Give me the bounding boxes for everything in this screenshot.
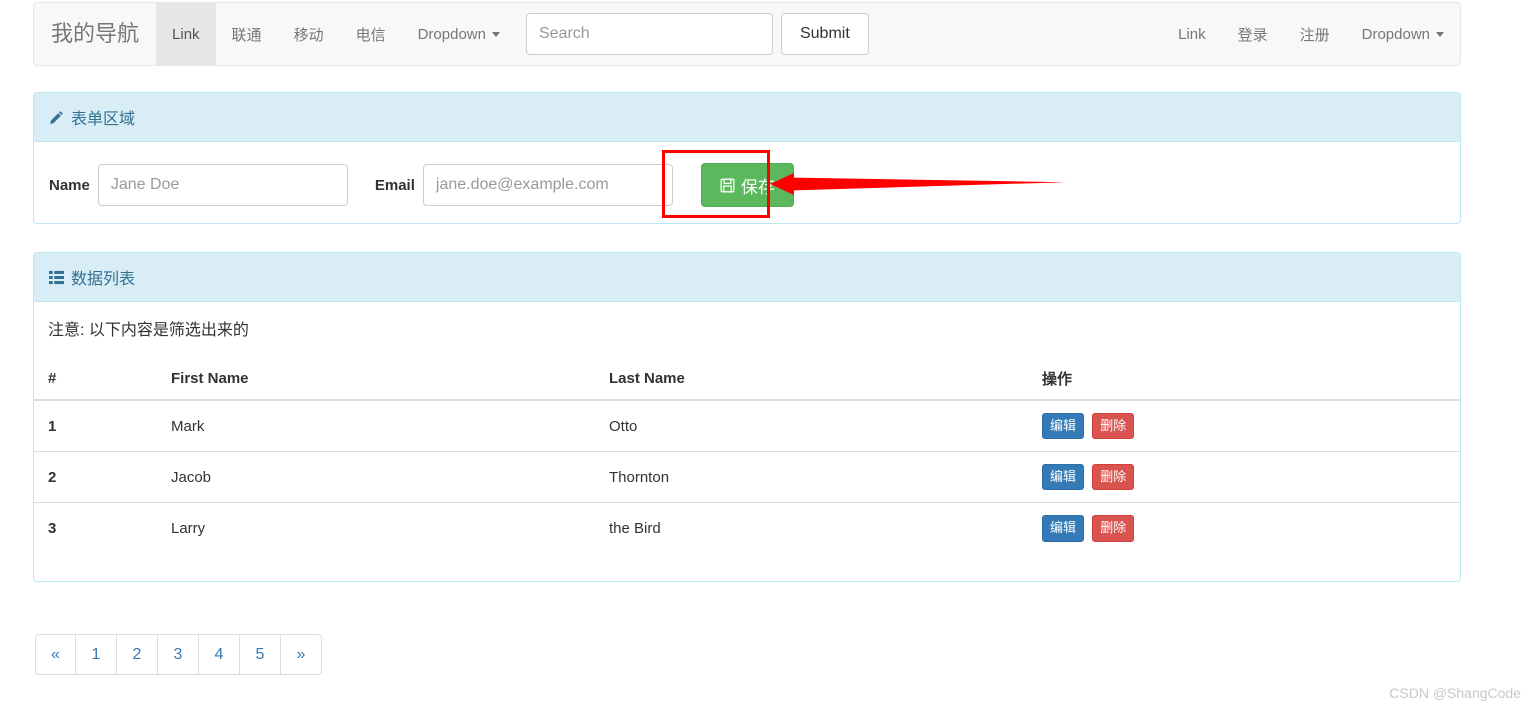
nav-item-label: Dropdown bbox=[1361, 25, 1430, 43]
data-panel-heading: 数据列表 bbox=[34, 253, 1460, 302]
navbar-right-nav: Link 登录 注册 Dropdown bbox=[1162, 3, 1460, 65]
cell-last-name: Thornton bbox=[609, 451, 1042, 503]
cell-index: 2 bbox=[34, 451, 171, 503]
search-input[interactable] bbox=[525, 13, 773, 55]
nav-item-dropdown-right[interactable]: Dropdown bbox=[1346, 3, 1460, 65]
pagination-item-2[interactable]: 2 bbox=[117, 634, 158, 675]
pagination-link[interactable]: 3 bbox=[158, 634, 199, 675]
pagination-item-1[interactable]: 1 bbox=[76, 634, 117, 675]
filter-note: 注意: 以下内容是筛选出来的 bbox=[48, 322, 249, 339]
table-row: 3 Larry the Bird 编辑 删除 bbox=[34, 502, 1460, 554]
delete-button[interactable]: 删除 bbox=[1092, 515, 1135, 542]
nav-item-label: 注册 bbox=[1299, 26, 1330, 44]
data-panel-body: 注意: 以下内容是筛选出来的 # First Name Last Name 操作… bbox=[34, 302, 1460, 554]
nav-item-label: 移动 bbox=[293, 26, 324, 44]
nav-item-link[interactable]: Link bbox=[156, 3, 216, 65]
cell-last-name: Otto bbox=[609, 417, 638, 435]
data-panel-title: 数据列表 bbox=[71, 271, 136, 288]
edit-button[interactable]: 编辑 bbox=[1042, 413, 1085, 440]
nav-item-link-right[interactable]: Link bbox=[1162, 3, 1222, 65]
main-navbar: 我的导航 Link 联通 移动 电信 Dropdown Submit Link … bbox=[33, 2, 1461, 66]
form-panel-heading: 表单区域 bbox=[34, 93, 1460, 142]
th-list-icon bbox=[49, 270, 64, 285]
nav-item-dropdown-left[interactable]: Dropdown bbox=[402, 3, 516, 65]
edit-button[interactable]: 编辑 bbox=[1042, 464, 1085, 491]
navbar-search-form: Submit bbox=[525, 3, 869, 65]
pagination-link[interactable]: 4 bbox=[199, 634, 240, 675]
data-table: # First Name Last Name 操作 1 Mark Otto 编辑… bbox=[34, 360, 1460, 554]
pagination-item-5[interactable]: 5 bbox=[240, 634, 281, 675]
nav-item-login[interactable]: 登录 bbox=[1222, 3, 1284, 65]
form-panel-body: Name Email 保存 bbox=[34, 142, 1460, 222]
pagination-link[interactable]: » bbox=[281, 634, 322, 675]
cell-actions: 编辑 删除 bbox=[1042, 451, 1460, 503]
pagination-link[interactable]: 2 bbox=[117, 634, 158, 675]
column-header-index: # bbox=[34, 360, 171, 401]
cell-index: 1 bbox=[48, 417, 57, 435]
form-panel: 表单区域 Name Email 保存 bbox=[33, 92, 1461, 224]
column-header-last-name: Last Name bbox=[609, 360, 1042, 401]
pagination-item-prev[interactable]: « bbox=[35, 634, 76, 675]
column-header-first-name: First Name bbox=[171, 360, 609, 401]
pagination-link[interactable]: « bbox=[35, 634, 76, 675]
nav-item-yidong[interactable]: 移动 bbox=[278, 3, 340, 65]
cell-actions: 编辑 删除 bbox=[1042, 400, 1460, 452]
column-header-actions: 操作 bbox=[1042, 360, 1460, 401]
inline-form: Name Email 保存 bbox=[49, 157, 1445, 207]
form-panel-title: 表单区域 bbox=[71, 111, 136, 128]
email-label: Email bbox=[374, 176, 415, 194]
table-row: 1 Mark Otto 编辑 删除 bbox=[34, 400, 1460, 452]
table-row: 2 Jacob Thornton 编辑 删除 bbox=[34, 451, 1460, 503]
nav-item-label: Link bbox=[1178, 25, 1206, 43]
submit-button[interactable]: Submit bbox=[780, 13, 869, 55]
name-label: Name bbox=[49, 176, 90, 194]
cell-first-name: Mark bbox=[171, 417, 205, 435]
cell-actions: 编辑 删除 bbox=[1042, 502, 1460, 554]
pagination-item-4[interactable]: 4 bbox=[199, 634, 240, 675]
nav-item-dianxin[interactable]: 电信 bbox=[340, 3, 402, 65]
nav-item-register[interactable]: 注册 bbox=[1284, 3, 1346, 65]
email-input[interactable] bbox=[422, 164, 673, 206]
pagination-link[interactable]: 5 bbox=[240, 634, 281, 675]
navbar-brand[interactable]: 我的导航 bbox=[34, 3, 156, 65]
pagination-link[interactable]: 1 bbox=[76, 634, 117, 675]
cell-index: 3 bbox=[34, 502, 171, 554]
watermark: CSDN @ShangCode bbox=[1389, 685, 1521, 701]
name-input[interactable] bbox=[97, 164, 348, 206]
nav-item-label: Link bbox=[172, 25, 200, 43]
pagination: « 1 2 3 4 5 » bbox=[35, 634, 322, 675]
delete-button[interactable]: 删除 bbox=[1092, 464, 1135, 491]
cell-last-name: the Bird bbox=[609, 502, 1042, 554]
chevron-down-icon bbox=[491, 31, 500, 37]
chevron-down-icon bbox=[1436, 31, 1444, 37]
nav-item-label: 登录 bbox=[1237, 26, 1268, 44]
save-button[interactable]: 保存 bbox=[700, 163, 794, 207]
pencil-icon bbox=[49, 110, 64, 125]
table-header-row: # First Name Last Name 操作 bbox=[34, 360, 1460, 401]
delete-button[interactable]: 删除 bbox=[1092, 413, 1135, 440]
nav-item-label: 联通 bbox=[231, 26, 262, 44]
table-head: # First Name Last Name 操作 bbox=[34, 360, 1460, 401]
save-button-label: 保存 bbox=[740, 177, 775, 197]
pagination-item-3[interactable]: 3 bbox=[158, 634, 199, 675]
nav-item-liantong[interactable]: 联通 bbox=[216, 3, 278, 65]
data-list-panel: 数据列表 注意: 以下内容是筛选出来的 # First Name Last Na… bbox=[33, 252, 1461, 582]
edit-button[interactable]: 编辑 bbox=[1042, 515, 1085, 542]
nav-item-label: Dropdown bbox=[417, 25, 486, 43]
cell-first-name: Larry bbox=[171, 502, 609, 554]
save-floppy-icon bbox=[720, 178, 735, 193]
table-body: 1 Mark Otto 编辑 删除 2 Jacob Thornton 编辑 删除 bbox=[34, 400, 1460, 554]
nav-item-label: 电信 bbox=[355, 26, 386, 44]
cell-first-name: Jacob bbox=[171, 451, 609, 503]
navbar-left-nav: Link 联通 移动 电信 Dropdown bbox=[156, 3, 516, 65]
pagination-item-next[interactable]: » bbox=[281, 634, 322, 675]
